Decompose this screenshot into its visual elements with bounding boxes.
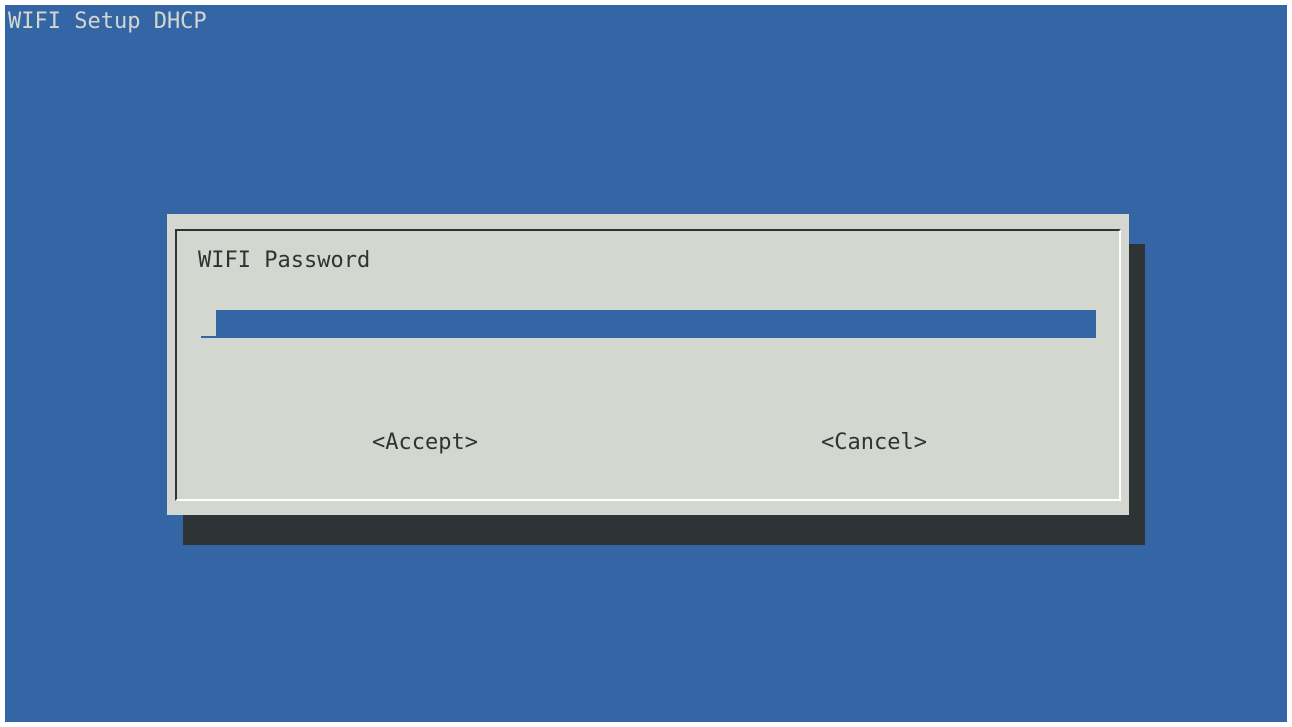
password-input[interactable] (216, 310, 1096, 338)
prompt-label: WIFI Password (198, 248, 371, 273)
backtitle: WIFI Setup DHCP (8, 9, 207, 34)
cancel-button[interactable]: <Cancel> (821, 430, 927, 455)
terminal-screen: WIFI Setup DHCP WIFI Password <Accept> <… (5, 5, 1287, 722)
password-dialog: WIFI Password <Accept> <Cancel> (167, 214, 1129, 515)
accept-button[interactable]: <Accept> (372, 430, 478, 455)
text-cursor (201, 336, 216, 338)
